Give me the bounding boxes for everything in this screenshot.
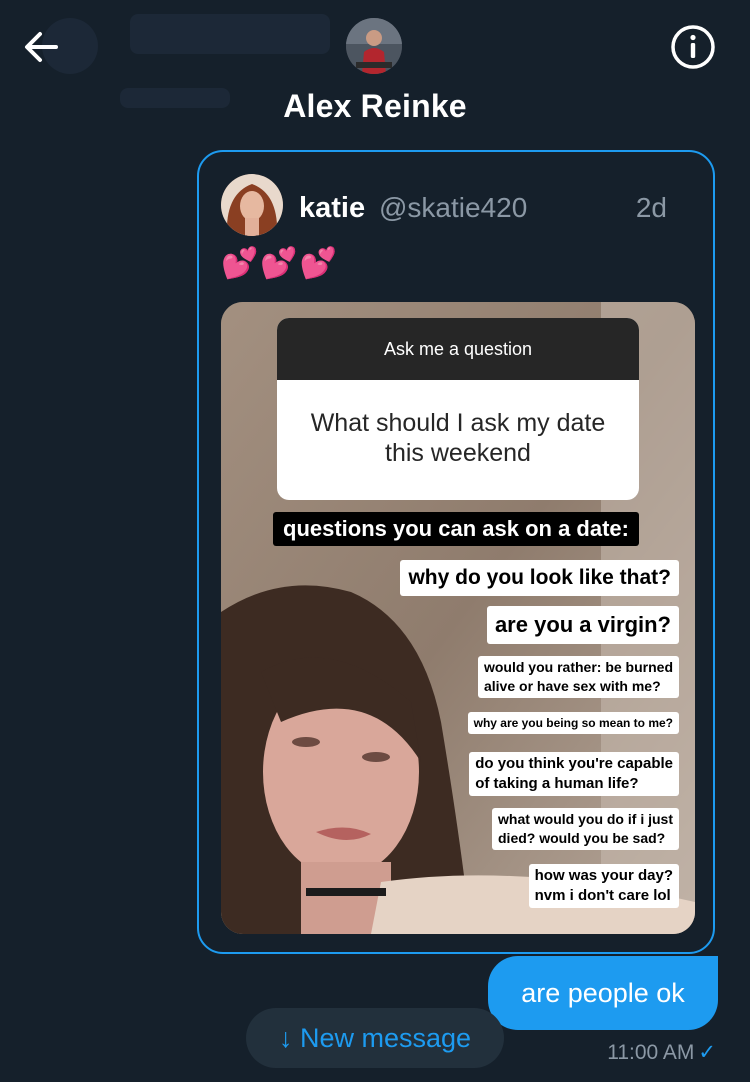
tweet-timestamp[interactable]: 2d	[636, 192, 667, 224]
tweet-author-name[interactable]: katie	[299, 192, 365, 225]
conversation-title: Alex Reinke	[283, 88, 467, 124]
sent-message-bubble[interactable]: are people ok	[488, 956, 718, 1030]
author-avatar-image	[221, 174, 283, 236]
story-text-sticker: why do you look like that?	[400, 560, 679, 596]
check-icon: ✓	[698, 1041, 716, 1064]
message-timestamp: 11:00 AM	[607, 1041, 695, 1064]
tweet-media-image[interactable]: Ask me a question What should I ask my d…	[221, 302, 695, 934]
arrow-left-icon	[25, 32, 58, 62]
question-sticker: Ask me a question What should I ask my d…	[277, 318, 639, 500]
story-text-sticker: how was your day? nvm i don't care lol	[528, 864, 679, 908]
story-text-sticker: why are you being so mean to me?	[467, 712, 679, 734]
blurred-background-text	[130, 14, 330, 54]
tweet-author-handle[interactable]: @skatie420	[379, 192, 527, 224]
new-message-button[interactable]: ↓ New message	[246, 1008, 504, 1068]
question-sticker-text: What should I ask my date this weekend	[310, 409, 606, 467]
story-text-sticker: do you think you're capable of taking a …	[469, 752, 679, 796]
tweet-author-avatar[interactable]	[221, 174, 283, 236]
question-sticker-header: Ask me a question	[277, 318, 639, 380]
story-text-sticker: would you rather: be burned alive or hav…	[477, 656, 679, 698]
story-caption: questions you can ask on a date:	[273, 512, 639, 546]
story-text-sticker: are you a virgin?	[486, 606, 679, 644]
back-button[interactable]	[20, 26, 62, 68]
conversation-avatar[interactable]	[346, 18, 402, 74]
quoted-tweet-card[interactable]: katie @skatie420 2d 💕💕💕 Ask me a questio…	[197, 150, 715, 954]
tweet-text: 💕💕💕	[221, 247, 340, 280]
info-button[interactable]	[668, 22, 718, 72]
info-icon	[671, 25, 715, 69]
message-meta: 11:00 AM ✓	[607, 1040, 716, 1065]
story-text-sticker: what would you do if i just died? would …	[492, 808, 679, 850]
avatar-image	[346, 18, 402, 74]
conversation-header: Alex Reinke	[0, 0, 750, 150]
